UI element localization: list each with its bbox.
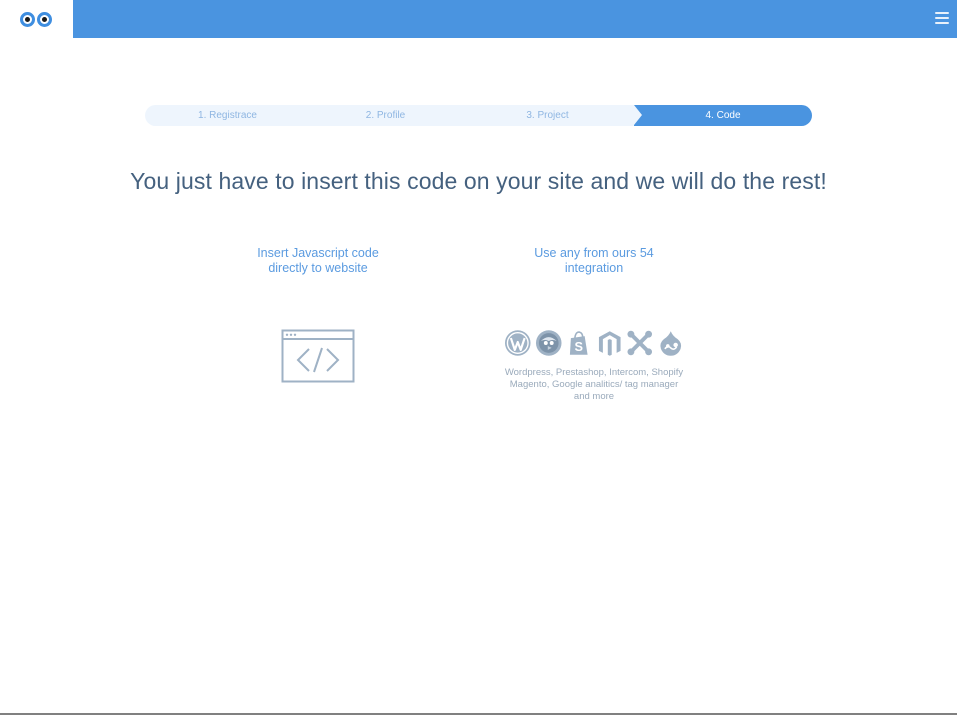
step-label: 3. Project bbox=[526, 110, 569, 121]
page: 1. Registrace 2. Profile 3. Project 4. C… bbox=[0, 0, 957, 715]
description-line: Magento, Google analitics/ tag manager bbox=[509, 379, 679, 390]
integration-icons: S bbox=[504, 329, 684, 359]
step-profile[interactable]: 2. Profile bbox=[300, 105, 460, 126]
page-headline: You just have to insert this code on you… bbox=[130, 168, 827, 194]
logo[interactable] bbox=[0, 0, 73, 38]
top-bar bbox=[0, 0, 957, 38]
svg-text:S: S bbox=[574, 339, 583, 354]
step-project[interactable]: 3. Project bbox=[450, 105, 634, 126]
integrations-description: Wordpress, Prestashop, Intercom, Shopify… bbox=[494, 367, 694, 403]
description-line: and more bbox=[573, 391, 615, 402]
step-code-active[interactable]: 4. Code bbox=[634, 105, 812, 126]
step-label: 4. Code bbox=[705, 110, 741, 121]
prestashop-icon[interactable] bbox=[535, 329, 563, 357]
option-title-line: integration bbox=[564, 261, 624, 275]
description-line: Wordpress, Prestashop, Intercom, Shopify bbox=[504, 367, 684, 378]
owl-eyes-logo-icon bbox=[19, 11, 52, 27]
drupal-icon[interactable] bbox=[657, 329, 685, 357]
wizard-steps: 1. Registrace 2. Profile 3. Project 4. C… bbox=[145, 105, 812, 126]
shopify-icon[interactable]: S bbox=[565, 329, 593, 357]
step-label: 1. Registrace bbox=[198, 110, 257, 121]
right-eye bbox=[36, 11, 52, 27]
option-integrations[interactable]: Use any from ours 54 integration bbox=[494, 246, 694, 276]
joomla-icon[interactable] bbox=[626, 329, 654, 357]
hamburger-menu-icon[interactable] bbox=[935, 10, 949, 26]
wordpress-icon[interactable] bbox=[504, 329, 532, 357]
option-title-line: directly to website bbox=[268, 261, 368, 275]
left-eye bbox=[19, 11, 35, 27]
option-title-line: Insert Javascript code bbox=[257, 246, 379, 260]
magento-icon[interactable] bbox=[596, 329, 624, 357]
header-bar bbox=[73, 0, 957, 38]
step-registrace[interactable]: 1. Registrace bbox=[145, 105, 310, 126]
option-javascript[interactable]: Insert Javascript code directly to websi… bbox=[238, 246, 398, 276]
browser-code-icon[interactable] bbox=[281, 329, 355, 383]
option-title-line: Use any from ours 54 bbox=[534, 246, 654, 260]
step-label: 2. Profile bbox=[365, 110, 406, 121]
